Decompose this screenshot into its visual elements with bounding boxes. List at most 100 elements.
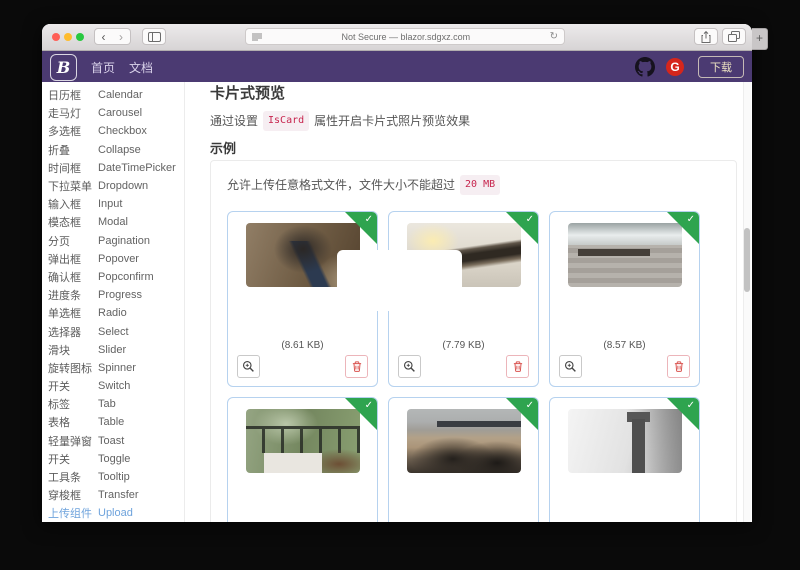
url-text: Not Secure — blazor.sdgxz.com xyxy=(341,31,471,42)
browser-toolbar: ‹ › Not Secure — blazor.sdgxz.com ↻ xyxy=(42,24,752,51)
sidebar-item-table[interactable]: 表格 Table xyxy=(42,413,184,431)
sidebar-item-tooltip[interactable]: 工具条 Tooltip xyxy=(42,468,184,486)
github-icon xyxy=(635,57,655,77)
reader-mode-icon xyxy=(252,33,262,40)
address-bar[interactable]: Not Secure — blazor.sdgxz.com ↻ xyxy=(245,28,565,45)
sidebar-item-zh-label: 分页 xyxy=(48,235,70,248)
sidebar-item-slider[interactable]: 滑块 Slider xyxy=(42,341,184,359)
forward-button[interactable]: › xyxy=(112,28,131,45)
delete-button[interactable] xyxy=(667,355,690,378)
main-content: 卡片式预览 通过设置 IsCard 属性开启卡片式照片预览效果 示例 允许上传任… xyxy=(185,82,752,522)
page-scrollbar xyxy=(743,82,751,522)
sidebar-item-checkbox[interactable]: 多选框 Checkbox xyxy=(42,122,184,140)
sidebar-item-zh-label: 确认框 xyxy=(48,271,81,284)
example-panel: 允许上传任意格式文件，文件大小不能超过 20 MB ✓ (8.61 KB) ✓ … xyxy=(210,160,737,522)
sidebar-item-zh-label: 上传组件 xyxy=(48,508,92,521)
sidebar-item-toggle[interactable]: 开关 Toggle xyxy=(42,450,184,468)
sidebar-item-zh-label: 弹出框 xyxy=(48,253,81,266)
sidebar-item-pagination[interactable]: 分页 Pagination xyxy=(42,232,184,250)
minimize-window-button[interactable] xyxy=(64,33,72,41)
sidebar-item-spinner[interactable]: 旋转图标 Spinner xyxy=(42,359,184,377)
preview-zoom-button[interactable] xyxy=(559,355,582,378)
share-icon xyxy=(701,30,711,43)
sidebar-item-zh-label: 进度条 xyxy=(48,290,81,303)
card-footer xyxy=(559,355,690,378)
sidebar-item-toast[interactable]: 轻量弹窗 Toast xyxy=(42,432,184,450)
sidebar-item-en-label: Progress xyxy=(98,289,143,302)
back-icon: ‹ xyxy=(101,29,106,44)
reload-icon[interactable]: ↻ xyxy=(550,31,558,42)
sidebar-toggle-button[interactable] xyxy=(142,28,166,45)
sidebar-item-carousel[interactable]: 走马灯 Carousel xyxy=(42,104,184,122)
sidebar-item-radio[interactable]: 单选框 Radio xyxy=(42,304,184,322)
sidebar-item-transfer[interactable]: 穿梭框 Transfer xyxy=(42,486,184,504)
check-icon: ✓ xyxy=(364,400,373,411)
gitee-link[interactable]: G xyxy=(666,58,684,76)
sidebar-item-tab[interactable]: 标签 Tab xyxy=(42,395,184,413)
delete-button[interactable] xyxy=(345,355,368,378)
sidebar-item-en-label: Toast xyxy=(98,434,125,447)
preview-zoom-button[interactable] xyxy=(237,355,260,378)
download-button[interactable]: 下载 xyxy=(698,56,744,78)
tab-overview-button[interactable] xyxy=(722,28,746,45)
upload-hint: 允许上传任意格式文件，文件大小不能超过 20 MB xyxy=(227,175,736,195)
check-icon: ✓ xyxy=(686,400,695,411)
sidebar-item-zh-label: 轻量弹窗 xyxy=(48,435,92,448)
sidebar-item-en-label: Checkbox xyxy=(98,125,147,138)
sidebar-item-calendar[interactable]: 日历框 Calendar xyxy=(42,86,184,104)
scrollbar-thumb[interactable] xyxy=(744,228,750,292)
sidebar-item-en-label: DateTimePicker xyxy=(98,161,176,174)
sidebar-item-zh-label: 选择器 xyxy=(48,326,81,339)
sidebar-item-upload[interactable]: 上传组件 Upload xyxy=(42,504,184,522)
check-icon: ✓ xyxy=(686,214,695,225)
sidebar-item-switch[interactable]: 开关 Switch xyxy=(42,377,184,395)
zoom-window-button[interactable] xyxy=(76,33,84,41)
sidebar-item-modal[interactable]: 模态框 Modal xyxy=(42,213,184,231)
sidebar-item-en-label: Modal xyxy=(98,216,128,229)
delete-button[interactable] xyxy=(506,355,529,378)
iscard-code-badge: IsCard xyxy=(263,111,310,131)
sidebar-item-zh-label: 工具条 xyxy=(48,472,81,485)
nav-docs[interactable]: 文档 xyxy=(129,59,153,76)
brand-logo[interactable]: B xyxy=(50,53,77,81)
magnifier-plus-icon xyxy=(564,360,576,372)
sidebar-item-zh-label: 表格 xyxy=(48,417,70,430)
sidebar-item-en-label: Popover xyxy=(98,252,139,265)
sidebar-item-datetimepicker[interactable]: 时间框 DateTimePicker xyxy=(42,159,184,177)
sidebar-item-en-label: Slider xyxy=(98,343,127,356)
sidebar-item-zh-label: 旋转图标 xyxy=(48,362,92,375)
preview-zoom-button[interactable] xyxy=(398,355,421,378)
sidebar-item-en-label: Toggle xyxy=(98,452,131,465)
card-footer xyxy=(237,355,368,378)
sidebar-item-dropdown[interactable]: 下拉菜单 Dropdown xyxy=(42,177,184,195)
sidebar-item-select[interactable]: 选择器 Select xyxy=(42,322,184,340)
sidebar-item-en-label: Input xyxy=(98,198,123,211)
nav-home[interactable]: 首页 xyxy=(91,59,115,76)
github-link[interactable] xyxy=(635,57,655,77)
sidebar-item-popconfirm[interactable]: 确认框 Popconfirm xyxy=(42,268,184,286)
sidebar-item-zh-label: 开关 xyxy=(48,381,70,394)
sidebar-item-en-label: Tooltip xyxy=(98,471,130,484)
sidebar-item-en-label: Select xyxy=(98,325,129,338)
sidebar-item-popover[interactable]: 弹出框 Popover xyxy=(42,250,184,268)
share-button[interactable] xyxy=(694,28,718,45)
close-window-button[interactable] xyxy=(52,33,60,41)
sidebar-item-zh-label: 单选框 xyxy=(48,308,81,321)
upload-card-grid: ✓ (8.61 KB) ✓ (7.79 KB) ✓ (8.57 KB) ✓ ✓ … xyxy=(227,211,736,522)
browser-window: ‹ › Not Secure — blazor.sdgxz.com ↻ B 首页… xyxy=(42,24,752,522)
sidebar-item-input[interactable]: 输入框 Input xyxy=(42,195,184,213)
back-button[interactable]: ‹ xyxy=(94,28,113,45)
sidebar-item-zh-label: 开关 xyxy=(48,453,70,466)
sidebar-item-zh-label: 折叠 xyxy=(48,144,70,157)
sidebar-item-progress[interactable]: 进度条 Progress xyxy=(42,286,184,304)
check-icon: ✓ xyxy=(364,214,373,225)
sidebar-item-zh-label: 穿梭框 xyxy=(48,490,81,503)
sidebar-icon xyxy=(147,31,161,42)
sidebar-item-collapse[interactable]: 折叠 Collapse xyxy=(42,141,184,159)
new-tab-button[interactable]: + xyxy=(752,28,768,50)
sidebar-item-zh-label: 滑块 xyxy=(48,344,70,357)
forward-icon: › xyxy=(119,29,123,44)
photo-thumbnail-pier-bench xyxy=(567,223,682,287)
photo-thumbnail-statue-of-liberty xyxy=(567,409,682,473)
sidebar-item-en-label: Popconfirm xyxy=(98,270,154,283)
